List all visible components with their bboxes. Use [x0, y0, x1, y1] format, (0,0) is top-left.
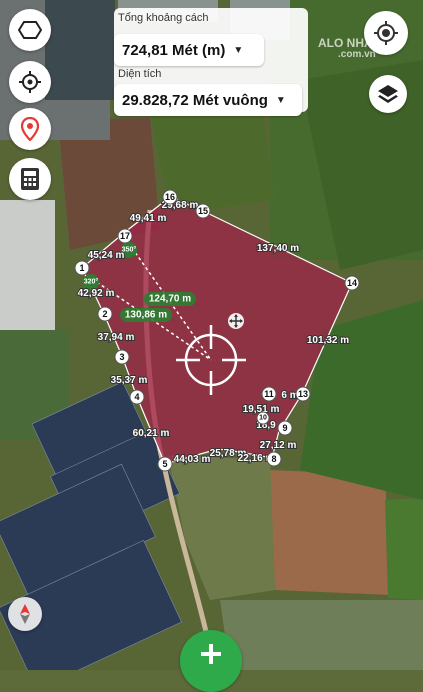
distance-unit-select[interactable]: 724,81 Mét (m) ▼: [114, 34, 264, 66]
vertex-point: 1: [74, 260, 90, 276]
ray-length-text: 124,70 m: [149, 294, 191, 305]
ray-length-label: 124,70 m: [144, 292, 196, 306]
vertex-number: 16: [165, 192, 175, 202]
move-handle-icon[interactable]: [228, 313, 244, 329]
location-pin-icon: [20, 117, 40, 141]
ray-length-label: 130,86 m: [120, 308, 172, 322]
vertex-point: 17: [117, 228, 133, 244]
vertex-point: 14: [344, 275, 360, 291]
vertex-number: 14: [347, 278, 357, 288]
plus-icon: [201, 644, 221, 664]
vertex-point: 13: [295, 386, 311, 402]
distance-value: 724,81 Mét (m): [122, 41, 226, 59]
vertex-number: 13: [298, 389, 308, 399]
gps-fix-icon: [374, 21, 398, 45]
edge-length: 44,03 m: [174, 454, 211, 465]
draw-shape-button[interactable]: [9, 9, 51, 51]
vertex-point: 2: [97, 306, 113, 322]
layers-icon: [378, 85, 398, 103]
vertex-number: 8: [271, 454, 276, 464]
vertex-point: 4: [129, 389, 145, 405]
vertex-number: 10: [259, 415, 267, 422]
marker-button[interactable]: [9, 108, 51, 150]
vertex-point: 8: [266, 451, 282, 467]
edge-length: 37,94 m: [98, 332, 135, 343]
edge-length: 101,32 m: [307, 335, 349, 346]
gps-button[interactable]: [364, 11, 408, 55]
locate-button[interactable]: [9, 61, 51, 103]
vertex-point: 5: [157, 456, 173, 472]
area-label: Diện tích: [118, 68, 162, 80]
ray-length-text: 130,86 m: [125, 310, 167, 321]
vertex-number: 1: [79, 263, 84, 273]
vertex-point: 9: [277, 420, 293, 436]
edge-length: 137,40 m: [257, 243, 299, 254]
chevron-down-icon: ▼: [233, 44, 244, 56]
vertex-number: 11: [264, 389, 274, 399]
compass-button[interactable]: [8, 597, 42, 631]
vertex-number: 5: [162, 459, 167, 469]
vertex-point: 16: [162, 189, 178, 205]
area-value: 29.828,72 Mét vuông: [122, 91, 268, 109]
hexagon-outline-icon: [18, 21, 42, 39]
edge-length: 49,41 m: [130, 213, 167, 224]
vertex-point: 10: [256, 411, 270, 425]
edge-length: 35,37 m: [111, 375, 148, 386]
area-unit-select[interactable]: 29.828,72 Mét vuông ▼: [114, 84, 302, 116]
measurement-panel: Tổng khoảng cách 724,81 Mét (m) ▼ Diện t…: [114, 8, 308, 116]
crosshair-target-icon: [19, 71, 41, 93]
vertex-point: 15: [195, 203, 211, 219]
vertex-number: 2: [102, 309, 107, 319]
calculator-icon: [21, 168, 39, 190]
distance-label: Tổng khoảng cách: [118, 12, 209, 24]
calculator-button[interactable]: [9, 158, 51, 200]
edge-length: 42,92 m: [78, 288, 115, 299]
vertex-number: 9: [282, 423, 287, 433]
vertex-number: 17: [120, 231, 130, 241]
edge-length: 27,12 m: [260, 440, 297, 451]
vertex-point: 3: [114, 349, 130, 365]
edge-length: 60,21 m: [133, 428, 170, 439]
vertex-number: 3: [119, 352, 124, 362]
edge-length: 45,24 m: [88, 250, 125, 261]
compass-icon: [20, 604, 30, 624]
vertex-number: 15: [198, 206, 208, 216]
angle-text: 320°: [84, 278, 99, 286]
vertex-point: 11: [261, 386, 277, 402]
chevron-down-icon: ▼: [275, 94, 286, 106]
vertex-number: 4: [134, 392, 139, 402]
add-point-button[interactable]: [180, 630, 242, 692]
map-layers-button[interactable]: [369, 75, 407, 113]
